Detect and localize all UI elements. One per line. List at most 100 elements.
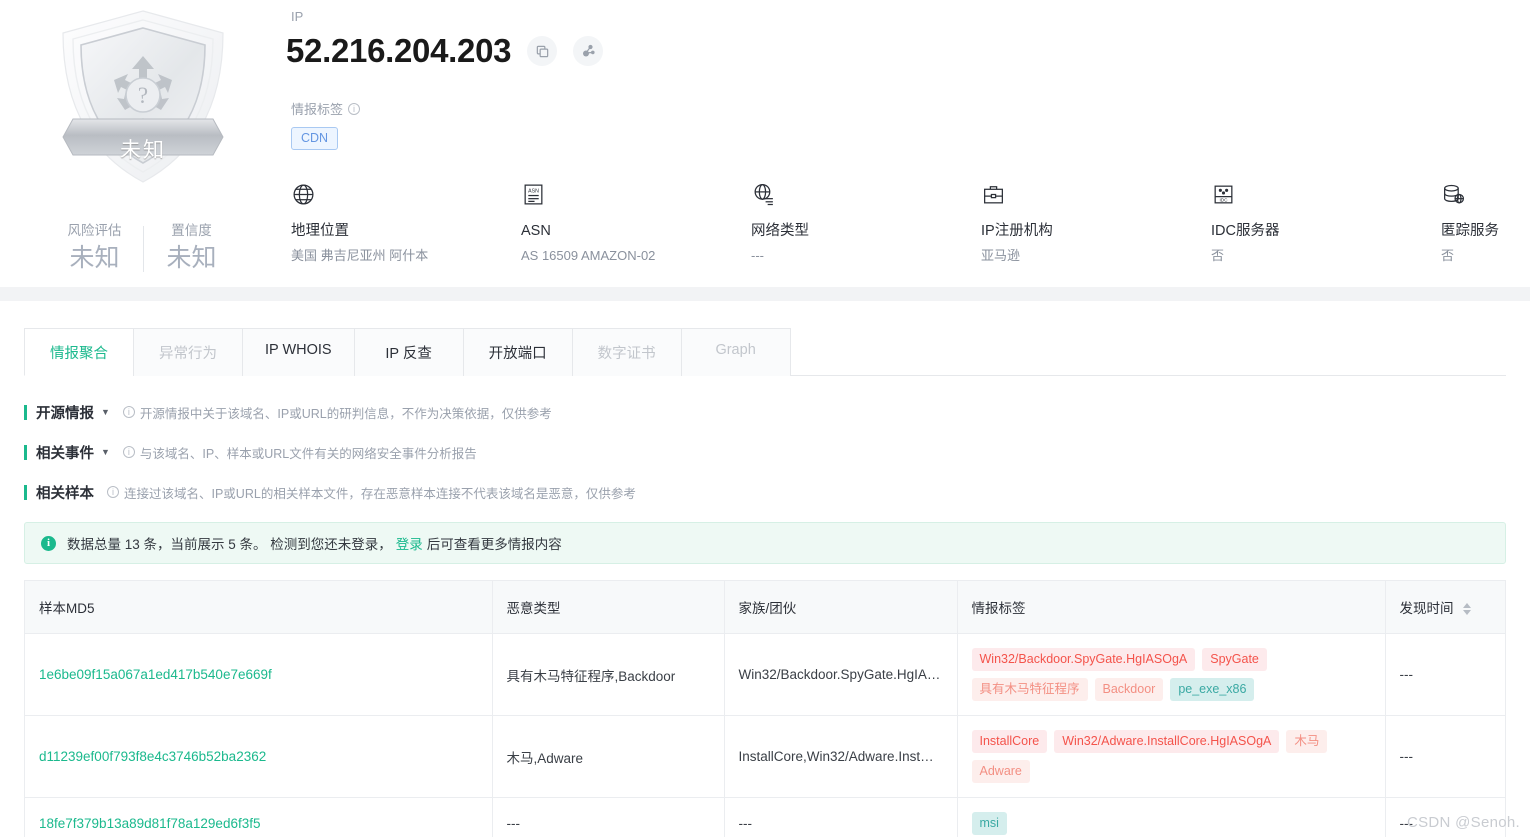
- sort-icon[interactable]: [1463, 603, 1472, 616]
- tag[interactable]: Backdoor: [1094, 678, 1164, 701]
- table-header-row: 样本MD5 恶意类型 家族/团伙 情报标签 发现时间: [25, 581, 1505, 634]
- tag[interactable]: SpyGate: [1202, 648, 1267, 671]
- tabs-container: 情报聚合 异常行为 IP WHOIS IP 反查 开放端口 数字证书 Graph: [0, 301, 1530, 376]
- fact-grid: 地理位置 美国 弗吉尼亚州 阿什本 ASN ASN AS 16509 AMAZO…: [286, 182, 1530, 267]
- fact-geo-label: 地理位置: [291, 223, 349, 239]
- database-globe-icon: [1441, 182, 1530, 212]
- tab-graph: Graph: [680, 328, 791, 376]
- login-link[interactable]: 登录: [396, 533, 423, 553]
- confidence-value: 未知: [166, 245, 217, 272]
- fact-asn: ASN ASN AS 16509 AMAZON-02: [521, 182, 751, 267]
- confidence-score: 置信度 未知: [144, 222, 240, 276]
- section-title: 开源情报: [36, 405, 94, 422]
- section-note: 与该域名、IP、样本或URL文件有关的网络安全事件分析报告: [139, 446, 477, 461]
- table-row: 1e6be09f15a067a1ed417b540e7e669f 具有木马特征程…: [25, 633, 1505, 716]
- risk-label: 风险评估: [67, 223, 122, 238]
- copy-icon: [536, 45, 548, 57]
- sample-md5-link[interactable]: d11239ef00f793f8e4c3746b52ba2362: [39, 749, 266, 764]
- fact-registry: IP注册机构 亚马逊: [981, 182, 1211, 267]
- tab-anomalous-behavior: 异常行为: [133, 328, 243, 376]
- banner-text-before: 数据总量 13 条，当前展示 5 条。 检测到您还未登录，: [67, 537, 392, 552]
- fact-nettype-label: 网络类型: [751, 223, 809, 239]
- svg-text:?: ?: [138, 83, 148, 108]
- sample-md5-link[interactable]: 18fe7f379b13a89d81f78a129ed6f3f5: [39, 816, 260, 831]
- sample-family: Win32/Backdoor.SpyGate.HgIA…: [724, 633, 958, 716]
- sample-md5-link[interactable]: 1e6be09f15a067a1ed417b540e7e669f: [39, 667, 272, 682]
- ip-intelligence-page: ? 未知 风险评估 未知 置信度 未知 IP 52.216.204.203 情报…: [0, 0, 1530, 837]
- ip-row: 52.216.204.203: [286, 29, 1530, 73]
- info-icon: i: [122, 406, 135, 418]
- fact-asn-label: ASN: [521, 223, 551, 239]
- banner-text-after: 后可查看更多情报内容: [426, 537, 562, 552]
- confidence-label: 置信度: [171, 223, 212, 238]
- tab-ip-whois[interactable]: IP WHOIS: [242, 328, 355, 376]
- section-related-events[interactable]: 相关事件 ▼ i 与该域名、IP、样本或URL文件有关的网络安全事件分析报告: [24, 432, 1506, 472]
- tag[interactable]: Win32/Adware.InstallCore.HgIASOgA: [1054, 730, 1280, 753]
- section-note: 开源情报中关于该域名、IP或URL的研判信息，不作为决策依据，仅供参考: [139, 406, 552, 421]
- fact-nettype-value: ---: [751, 248, 764, 263]
- sample-found-at: ---: [1385, 633, 1505, 716]
- tag[interactable]: 木马: [1286, 730, 1328, 753]
- graph-button[interactable]: [573, 36, 604, 66]
- fact-idc-value: 否: [1211, 248, 1225, 263]
- sample-tags: msi: [957, 797, 1386, 837]
- sample-found-at: ---: [1385, 715, 1505, 798]
- chevron-down-icon[interactable]: ▼: [101, 447, 110, 457]
- fact-anon-value: 否: [1441, 248, 1455, 263]
- login-notice-banner: i 数据总量 13 条，当前展示 5 条。 检测到您还未登录， 登录 后可查看更…: [24, 522, 1506, 564]
- col-family: 家族/团伙: [724, 581, 958, 634]
- tag-cdn[interactable]: CDN: [291, 127, 339, 150]
- tag[interactable]: msi: [971, 812, 1007, 835]
- section-note: 连接过该域名、IP或URL的相关样本文件，存在恶意样本连接不代表该域名是恶意，仅…: [124, 486, 636, 501]
- graph-nodes-icon: [583, 44, 595, 57]
- fact-asn-value: AS 16509 AMAZON-02: [521, 248, 656, 263]
- fact-idc: IDC IDC服务器 否: [1211, 182, 1441, 267]
- info-icon: i: [41, 535, 56, 551]
- tab-digital-certificate: 数字证书: [571, 328, 682, 376]
- col-found-at[interactable]: 发现时间: [1385, 581, 1505, 634]
- tab-intel-aggregate[interactable]: 情报聚合: [24, 328, 134, 376]
- section-accent-bar: [24, 404, 27, 420]
- samples-table-container: 样本MD5 恶意类型 家族/团伙 情报标签 发现时间 1e6be09f15a06…: [24, 580, 1506, 837]
- ip-value: 52.216.204.203: [286, 32, 512, 69]
- col-found-at-label: 发现时间: [1399, 601, 1454, 616]
- tag[interactable]: 具有木马特征程序: [971, 678, 1088, 701]
- sample-tags: Win32/Backdoor.SpyGate.HgIASOgA SpyGate …: [957, 633, 1386, 716]
- info-icon: i: [348, 102, 361, 115]
- sample-family: InstallCore,Win32/Adware.Inst…: [724, 715, 958, 798]
- tag[interactable]: pe_exe_x86: [1170, 678, 1255, 701]
- verdict-label: 未知: [120, 138, 166, 162]
- col-intel-tags: 情报标签: [957, 581, 1386, 634]
- fact-anon: 匿踪服务 否: [1441, 182, 1530, 267]
- section-title: 相关事件: [36, 445, 94, 462]
- section-note-row: i 与该域名、IP、样本或URL文件有关的网络安全事件分析报告: [122, 443, 477, 462]
- copy-button[interactable]: [527, 36, 558, 66]
- chevron-down-icon[interactable]: ▼: [101, 407, 110, 417]
- section-open-source-intel[interactable]: 开源情报 ▼ i 开源情报中关于该域名、IP或URL的研判信息，不作为决策依据，…: [24, 392, 1506, 432]
- svg-text:IDC: IDC: [1219, 197, 1228, 202]
- info-icon: i: [122, 446, 135, 458]
- col-malware-type: 恶意类型: [492, 581, 725, 634]
- idc-rack-icon: IDC: [1211, 182, 1441, 212]
- sample-malware-type: ---: [492, 797, 725, 837]
- section-accent-bar: [24, 484, 27, 500]
- score-group: 风险评估 未知 置信度 未知: [47, 222, 240, 276]
- section-note-row: i 开源情报中关于该域名、IP或URL的研判信息，不作为决策依据，仅供参考: [122, 403, 552, 422]
- fact-anon-label: 匿踪服务: [1441, 223, 1499, 239]
- network-icon: [751, 182, 981, 212]
- tags-label: 情报标签: [291, 102, 344, 117]
- tag[interactable]: Adware: [971, 760, 1030, 783]
- samples-table: 样本MD5 恶意类型 家族/团伙 情报标签 发现时间 1e6be09f15a06…: [25, 581, 1505, 837]
- summary-panel: ? 未知 风险评估 未知 置信度 未知 IP 52.216.204.203 情报…: [0, 0, 1530, 287]
- section-divider: [0, 287, 1530, 301]
- shield-icon: ?: [62, 10, 224, 183]
- tag[interactable]: InstallCore: [971, 730, 1048, 753]
- tag-list: CDN: [286, 118, 1530, 150]
- info-icon: i: [107, 486, 119, 498]
- tab-open-ports[interactable]: 开放端口: [462, 328, 573, 376]
- sample-family: ---: [724, 797, 958, 837]
- table-body: 1e6be09f15a067a1ed417b540e7e669f 具有木马特征程…: [25, 633, 1505, 837]
- tag[interactable]: Win32/Backdoor.SpyGate.HgIASOgA: [971, 648, 1196, 671]
- tab-ip-reverse-lookup[interactable]: IP 反查: [353, 328, 464, 376]
- asn-doc-icon: ASN: [521, 182, 751, 212]
